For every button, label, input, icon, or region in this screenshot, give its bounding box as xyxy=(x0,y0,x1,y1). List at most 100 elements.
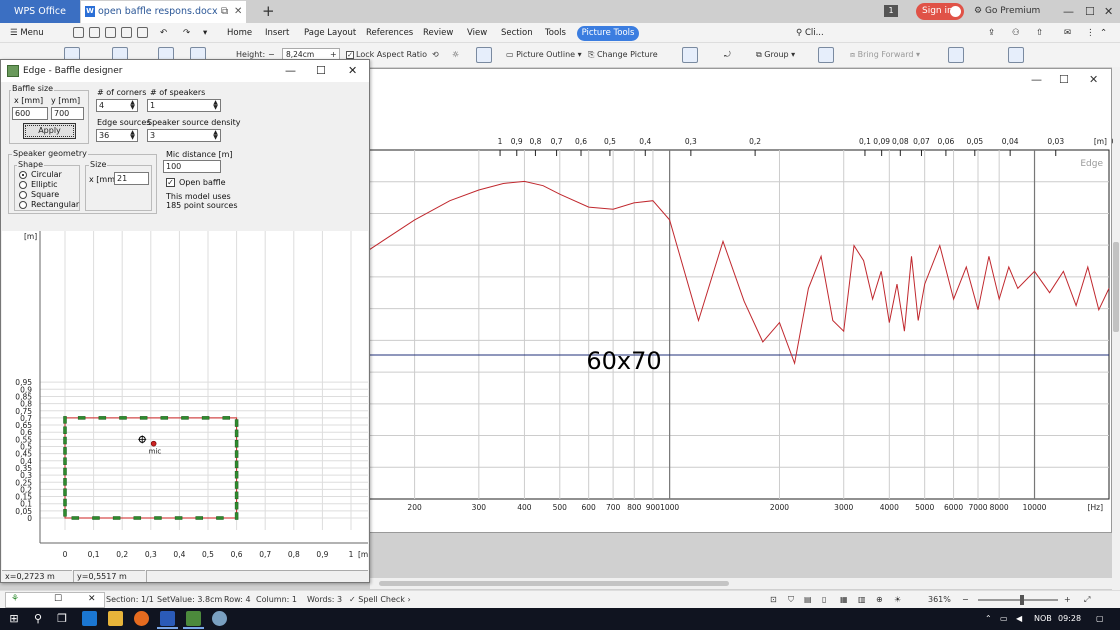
word-count[interactable]: Words: 3 xyxy=(307,591,342,609)
zoom-level[interactable]: 361% xyxy=(928,591,951,609)
radio-square[interactable] xyxy=(19,191,27,199)
document-tab[interactable]: W open baffle respons.docx ⧉ ✕ xyxy=(81,1,246,23)
edge-browser-icon[interactable] xyxy=(82,611,97,626)
go-premium-button[interactable]: ⚙ Go Premium xyxy=(974,0,1040,23)
close-tab-icon[interactable]: ✕ xyxy=(234,1,242,22)
preview-restore-icon[interactable]: ☐ xyxy=(54,594,62,604)
language-indicator[interactable]: NOB xyxy=(1034,608,1052,630)
spinner-arrows-icon[interactable]: ▲ ▼ xyxy=(129,130,136,141)
picture-outline-button[interactable]: ▭ Picture Outline ▾ xyxy=(506,48,582,62)
restore-tab-icon[interactable]: ⧉ xyxy=(221,1,228,22)
close-icon[interactable]: ✕ xyxy=(1104,0,1113,23)
tab-insert[interactable]: Insert xyxy=(265,23,289,43)
web-view-icon[interactable]: ⊕ xyxy=(876,591,883,609)
baffle-x-input[interactable]: 600 xyxy=(12,107,48,120)
export-pdf-icon[interactable] xyxy=(105,27,116,38)
dialog-minimize-icon[interactable]: — xyxy=(285,60,296,82)
baffle-layout-plot[interactable]: 0 0,1 0,2 0,3 0,4 0,5 0,6 0,7 0,8 0,9 100,050,10,1… xyxy=(2,231,368,570)
picture-style-icon[interactable] xyxy=(476,47,492,63)
clock[interactable]: 09:28 xyxy=(1058,608,1081,630)
open-folder-icon[interactable] xyxy=(73,27,84,38)
user-icon[interactable]: ⚇ xyxy=(1012,23,1020,43)
notification-badge[interactable]: 1 xyxy=(884,5,898,17)
density-spinner[interactable]: 3 ▲ ▼ xyxy=(147,129,221,142)
search-icon[interactable]: ⚲ xyxy=(27,608,49,630)
new-tab-button[interactable]: + xyxy=(262,1,275,21)
tab-references[interactable]: References xyxy=(366,23,413,43)
upload-icon[interactable]: ⇧ xyxy=(1036,23,1043,43)
undo-icon[interactable]: ↶ xyxy=(160,23,167,43)
change-picture-button[interactable]: ⎘ Change Picture xyxy=(588,48,658,62)
vertical-scrollbar[interactable] xyxy=(1112,67,1120,590)
baffle-y-input[interactable]: 700 xyxy=(51,107,84,120)
comment-icon[interactable]: ✉ xyxy=(1064,23,1071,43)
spinner-arrows-icon[interactable]: ▲ ▼ xyxy=(129,100,136,111)
print-icon[interactable] xyxy=(121,27,132,38)
focus-mode-icon[interactable]: ⊡ xyxy=(770,591,777,609)
outline-view-icon[interactable]: ▥ xyxy=(858,591,866,609)
speakers-spinner[interactable]: 1 ▲ ▼ xyxy=(147,99,221,112)
dialog-close-icon[interactable]: ✕ xyxy=(348,60,357,82)
corners-spinner[interactable]: 4 ▲ ▼ xyxy=(96,99,138,112)
tab-section[interactable]: Section xyxy=(501,23,533,43)
radio-elliptic[interactable] xyxy=(19,181,27,189)
windows-start-icon[interactable]: ⊞ xyxy=(3,608,25,630)
group-button[interactable]: ⧉ Group ▾ xyxy=(756,48,795,62)
send-backward-icon[interactable] xyxy=(1008,47,1024,63)
customize-dropdown-icon[interactable]: ▾ xyxy=(203,23,207,43)
rotate-icon[interactable]: ⟲ xyxy=(432,48,439,62)
reading-mode-icon[interactable]: ▤ xyxy=(804,591,812,609)
baffle-designer-dialog[interactable]: Edge - Baffle designer — ☐ ✕ Baffle size… xyxy=(0,59,370,583)
spinner-arrows-icon[interactable]: ▲ ▼ xyxy=(212,130,219,141)
more-icon[interactable]: ⋮ xyxy=(1086,23,1095,43)
edge-graph-window[interactable]: — ☐ ✕ 200 300 400 500 600 700 800 900 1000 2000 30… xyxy=(268,68,1113,533)
wps-office-tab[interactable]: WPS Office xyxy=(0,0,80,23)
file-explorer-icon[interactable] xyxy=(108,611,123,626)
wps-writer-icon[interactable] xyxy=(157,611,178,629)
size-x-input[interactable]: 21 xyxy=(114,172,149,185)
wrap-text-icon[interactable] xyxy=(682,47,698,63)
tab-view[interactable]: View xyxy=(467,23,487,43)
maximize-icon[interactable]: ☐ xyxy=(1085,0,1095,23)
selection-pane-icon[interactable] xyxy=(818,47,834,63)
tab-page-layout[interactable]: Page Layout xyxy=(304,23,356,43)
rotate-shape-icon[interactable]: ⤾ xyxy=(724,48,731,62)
open-baffle-checkbox[interactable]: ✓ xyxy=(166,178,175,187)
minimize-icon[interactable]: — xyxy=(1063,0,1074,23)
vertical-scroll-thumb[interactable] xyxy=(1113,242,1119,332)
notifications-icon[interactable]: ▢ xyxy=(1096,608,1104,630)
share-icon[interactable]: ⇪ xyxy=(988,23,995,43)
print-preview-icon[interactable] xyxy=(137,27,148,38)
apply-button[interactable]: Apply xyxy=(23,123,76,139)
spell-check-button[interactable]: ✓ Spell Check › xyxy=(349,591,411,609)
zoom-in-icon[interactable]: + xyxy=(1064,591,1071,609)
save-icon[interactable] xyxy=(89,27,100,38)
effects-icon[interactable]: ☼ xyxy=(452,48,459,62)
fit-page-icon[interactable]: ⤢ xyxy=(1084,591,1090,609)
preview-close-icon[interactable]: ✕ xyxy=(88,594,96,604)
horizontal-scrollbar[interactable] xyxy=(370,578,1112,589)
page-view-icon[interactable]: ▦ xyxy=(840,591,848,609)
collapse-ribbon-icon[interactable]: ⌃ xyxy=(1100,23,1107,43)
redo-icon[interactable]: ↷ xyxy=(183,23,190,43)
network-icon[interactable]: ▭ xyxy=(1000,608,1008,630)
dialog-maximize-icon[interactable]: ☐ xyxy=(316,60,326,82)
tab-review[interactable]: Review xyxy=(423,23,453,43)
edge-sources-spinner[interactable]: 36 ▲ ▼ xyxy=(96,129,138,142)
sign-in-button[interactable]: Sign in xyxy=(916,3,964,20)
zoom-out-icon[interactable]: − xyxy=(962,591,969,609)
edge-baffle-app-icon[interactable] xyxy=(183,611,204,629)
task-view-icon[interactable]: ❐ xyxy=(51,608,73,630)
bring-forward-button[interactable]: ⧈ Bring Forward ▾ xyxy=(850,48,920,62)
eye-protection-icon[interactable]: ☀ xyxy=(894,591,901,609)
radio-circular[interactable] xyxy=(19,171,27,179)
horizontal-scroll-thumb[interactable] xyxy=(379,581,729,586)
search-box[interactable]: ⚲ Cli... xyxy=(796,23,824,43)
zoom-slider[interactable] xyxy=(978,599,1058,601)
tab-picture-tools[interactable]: Picture Tools xyxy=(577,26,639,41)
zoom-slider-handle[interactable] xyxy=(1020,595,1024,605)
radio-rectangular[interactable] xyxy=(19,201,27,209)
edge-taskbar-preview[interactable]: ⚘ ☐ ✕ xyxy=(5,592,105,608)
align-icon[interactable] xyxy=(948,47,964,63)
audio-app-icon[interactable] xyxy=(212,611,227,626)
